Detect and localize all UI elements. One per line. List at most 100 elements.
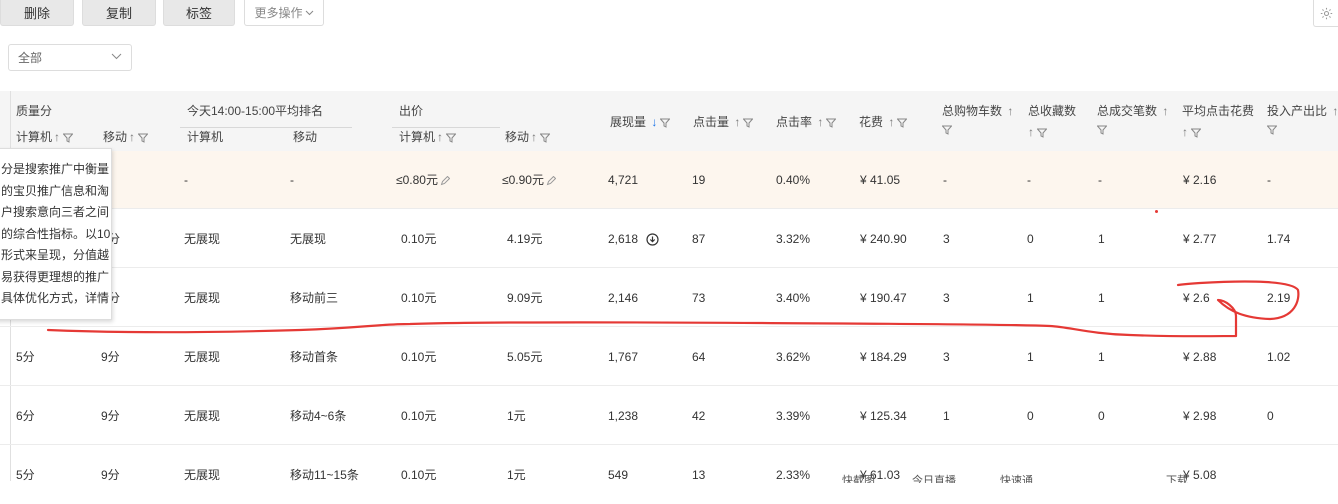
cell-impressions: 1,238 (608, 409, 639, 423)
cell-cart: 3 (943, 291, 950, 305)
sort-up-icon: ↑ (1028, 125, 1034, 139)
header-label: 总收藏数 (1028, 104, 1077, 118)
sort-up-icon: ↑ (731, 115, 741, 129)
table-row[interactable]: 分 无展现 无展现 0.10元 4.19元 2,618 87 3.32% ¥ 2… (0, 210, 1338, 268)
chevron-down-icon (111, 53, 122, 60)
copy-button[interactable]: 复制 (82, 0, 156, 26)
table-row[interactable]: 分 无展现 移动前三 0.10元 9.09元 2,146 73 3.40% ¥ … (0, 269, 1338, 327)
header-label: 投入产出比 (1267, 104, 1328, 118)
bid-mobile-value: ≤0.90元 (502, 173, 544, 187)
cell-bid-pc[interactable]: ≤0.80元 (396, 151, 450, 209)
sort-up-icon: ↑ (437, 130, 444, 144)
filter-icon (63, 133, 74, 143)
header-cost[interactable]: 花费 ↑ (859, 113, 908, 130)
filter-icon (1267, 125, 1277, 135)
header-roi[interactable]: 投入产出比 ↑ (1267, 102, 1338, 135)
tooltip-line: 具体优化方式，详情 (1, 291, 110, 305)
bottom-item[interactable]: 快速通 (1000, 472, 1033, 483)
bid-pc-value: ≤0.80元 (396, 173, 438, 187)
header-clicks[interactable]: 点击量 ↑ (693, 113, 754, 130)
cell-cost: ¥ 184.29 (860, 350, 907, 364)
table-row[interactable]: - - ≤0.80元 ≤0.90元 4,721 19 0.40% ¥ 41.05… (0, 151, 1338, 209)
cell-deals: 1 (1098, 291, 1105, 305)
cell-ctr: 3.32% (776, 232, 811, 246)
cell-bid-mobile: 1元 (507, 409, 526, 423)
cell-rank-mobile: 移动4~6条 (290, 409, 347, 423)
cell-cpc: ¥ 2.6 (1183, 291, 1210, 305)
cell-roi: - (1267, 173, 1271, 187)
tooltip-line: 形式来呈现，分值越 (1, 248, 110, 262)
cell-rank-pc: 无展现 (184, 350, 221, 364)
header-impressions[interactable]: 展现量 ↓ (610, 113, 671, 130)
cell-rank-pc: 无展现 (184, 291, 221, 305)
table-row[interactable]: 5分 9分 无展现 移动首条 0.10元 5.05元 1,767 64 3.62… (0, 328, 1338, 386)
cell-cpc: ¥ 2.88 (1183, 350, 1217, 364)
cell-bid-pc: 0.10元 (401, 232, 437, 246)
settings-button[interactable] (1313, 0, 1338, 27)
bottom-item[interactable]: 下载 (1166, 472, 1188, 483)
cell-cart: 3 (943, 232, 950, 246)
tooltip-line: 户搜索意向三者之间 (1, 205, 110, 219)
cell-cart: 1 (943, 409, 950, 423)
cell-cost: ¥ 240.90 (860, 232, 907, 246)
filter-icon (660, 118, 671, 128)
cell-fav: 1 (1027, 291, 1034, 305)
sort-up-icon: ↑ (531, 130, 538, 144)
header-bid-mobile[interactable]: 移动 ↑ (505, 128, 551, 145)
edit-pencil-icon[interactable] (440, 175, 450, 186)
cell-impressions: 1,767 (608, 350, 639, 364)
tooltip-line: 的宝贝推广信息和淘 (1, 183, 110, 198)
header-quality-pc[interactable]: 计算机 ↑ (16, 128, 74, 145)
header-label: 展现量 (610, 115, 647, 129)
cell-rank-mobile: 移动11~15条 (290, 468, 359, 482)
download-circle-icon[interactable] (646, 233, 659, 246)
filter-icon (1191, 128, 1201, 138)
gear-icon (1320, 7, 1332, 19)
cell-bid-mobile: 4.19元 (507, 232, 543, 246)
header-bid-pc[interactable]: 计算机 ↑ (399, 128, 457, 145)
cell-cpc: ¥ 2.98 (1183, 409, 1217, 423)
impressions-value: 2,618 (608, 232, 639, 246)
header-label: 计算机 (399, 130, 436, 144)
header-cpc[interactable]: 平均点击花费 ↑ (1182, 102, 1254, 145)
edit-pencil-icon[interactable] (546, 175, 556, 186)
header-ctr[interactable]: 点击率 ↑ (776, 113, 837, 130)
cell-deals: - (1098, 173, 1102, 187)
cell-cart: 3 (943, 350, 950, 364)
cell-cpc: ¥ 2.77 (1183, 232, 1217, 246)
filter-icon (897, 118, 908, 128)
header-rank-mobile: 移动 (293, 130, 318, 144)
filter-icon (138, 133, 149, 143)
cell-rank-pc: 无展现 (184, 232, 221, 246)
bottom-item[interactable]: 今日直播 (912, 472, 956, 483)
red-annotation-dot (1155, 210, 1158, 213)
bottom-item[interactable]: 快截图 (842, 472, 875, 483)
status-filter-select[interactable]: 全部 (8, 44, 132, 71)
cell-clicks: 42 (692, 409, 706, 423)
cell-roi: 1.74 (1267, 232, 1291, 246)
header-label: 总成交笔数 (1097, 104, 1158, 118)
table-row[interactable]: 6分 9分 无展现 移动4~6条 0.10元 1元 1,238 42 3.39%… (0, 387, 1338, 445)
cell-impressions: 4,721 (608, 173, 639, 187)
tag-button[interactable]: 标签 (163, 0, 235, 26)
header-fav[interactable]: 总收藏数 ↑ (1028, 102, 1076, 145)
more-actions-button[interactable]: 更多操作 (244, 0, 324, 26)
filter-icon (540, 133, 551, 143)
header-quality-mobile[interactable]: 移动 ↑ (103, 128, 149, 145)
chevron-down-icon (305, 10, 313, 15)
cell-clicks: 73 (692, 291, 706, 305)
cell-bid-mobile[interactable]: ≤0.90元 (502, 151, 556, 209)
cell-impressions: 2,146 (608, 291, 639, 305)
sort-up-icon: ↑ (1329, 104, 1338, 118)
delete-button[interactable]: 删除 (0, 0, 74, 26)
cell-bid-pc: 0.10元 (401, 409, 437, 423)
cell-ctr: 3.39% (776, 409, 811, 423)
cell-roi: 0 (1267, 409, 1274, 423)
filter-icon (1037, 128, 1047, 138)
cell-rank-mobile: 移动首条 (290, 350, 339, 364)
header-cart[interactable]: 总购物车数 ↑ (942, 102, 1013, 135)
cell-clicks: 64 (692, 350, 706, 364)
header-deals[interactable]: 总成交笔数 ↑ (1097, 102, 1168, 135)
filter-icon (826, 118, 837, 128)
cell-clicks: 87 (692, 232, 706, 246)
